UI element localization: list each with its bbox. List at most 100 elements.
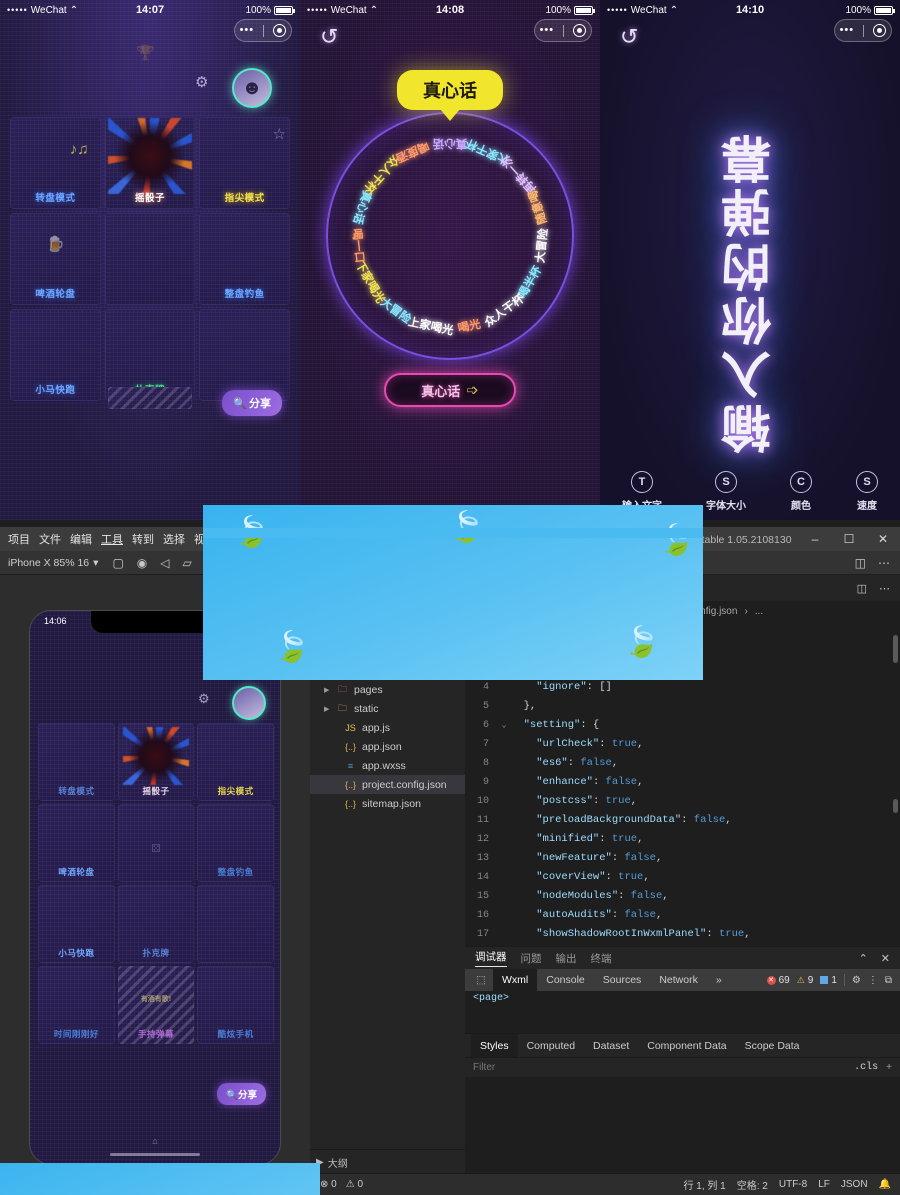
wechat-capsule[interactable]: ••• <box>834 19 892 42</box>
split-editor-icon[interactable]: ◫ <box>857 582 867 595</box>
breadcrumb-item-overflow[interactable]: ... <box>755 606 763 617</box>
wxml-root-node[interactable]: <page> <box>473 993 509 1004</box>
devtools-tab-wxml[interactable]: Wxml <box>493 969 537 991</box>
code-line[interactable]: 5 }, <box>465 697 900 716</box>
game-tile[interactable]: 有酒有歌! 手持弹幕 <box>118 966 195 1044</box>
code-line[interactable]: 10 "postcss": true, <box>465 792 900 811</box>
outline-section[interactable]: ▶ 大纲 <box>310 1149 465 1175</box>
editor-scrollbar-thumb[interactable] <box>893 799 898 813</box>
game-tile[interactable]: 🍺 啤酒轮盘 <box>10 213 101 305</box>
styles-tab-component-data[interactable]: Component Data <box>638 1034 735 1058</box>
cursor-position[interactable]: 行 1, 列 1 <box>683 1177 725 1192</box>
close-target-icon[interactable] <box>273 24 286 37</box>
add-style-rule-icon[interactable]: + <box>878 1062 892 1073</box>
close-target-icon[interactable] <box>873 24 886 37</box>
devtools-tab-network[interactable]: Network <box>650 969 707 991</box>
wheel-segment-label[interactable]: 喝一口 <box>343 246 363 282</box>
maximize-button[interactable]: ☐ <box>832 527 866 551</box>
file-tree-row[interactable]: JSapp.js <box>310 718 465 737</box>
spin-wheel[interactable]: 真心话大家干杯再转一次随意喝大冒险喝半杯众人干杯喝光上家喝光大冒险下家喝光喝一口… <box>326 112 574 360</box>
game-tile[interactable]: 摇骰子 <box>105 117 196 209</box>
preview-icon[interactable]: ◁ <box>160 556 169 570</box>
game-tile[interactable]: 整盘钓鱼 <box>199 213 290 305</box>
game-tile[interactable]: 酷炫手机 <box>197 966 274 1044</box>
menu-item-0[interactable]: 项目 <box>8 531 30 547</box>
code-line[interactable]: 16 "autoAudits": false, <box>465 906 900 925</box>
code-line[interactable]: 11 "preloadBackgroundData": false, <box>465 811 900 830</box>
back-arrow-icon[interactable]: ↺ <box>320 26 338 48</box>
file-tree-row[interactable]: ≡app.wxss <box>310 756 465 775</box>
wxml-tree[interactable]: <page> <box>465 991 900 1033</box>
compile-icon[interactable]: ◉ <box>137 556 147 570</box>
game-tile[interactable]: 整盘钓鱼 <box>197 804 274 882</box>
gear-icon[interactable]: ⚙ <box>198 691 210 707</box>
drag-handle-icon[interactable]: ⌂ <box>152 1136 157 1146</box>
styles-tab-dataset[interactable]: Dataset <box>584 1034 638 1058</box>
status-error-count[interactable]: ⊗ 0 <box>320 1179 337 1190</box>
game-tile[interactable]: 小马快跑 <box>38 885 115 963</box>
barrage-tool-speed[interactable]: S 速度 <box>856 471 878 512</box>
file-tree-row[interactable]: {..}app.json <box>310 737 465 756</box>
game-tile[interactable]: 转盘模式 <box>38 723 115 801</box>
gear-icon[interactable]: ⚙ <box>195 73 208 91</box>
share-button[interactable]: 🔍 分享 <box>222 390 282 416</box>
styles-tab-computed[interactable]: Computed <box>518 1034 584 1058</box>
settings-gear-icon[interactable]: ⚙ <box>852 975 861 986</box>
eol-setting[interactable]: LF <box>818 1179 830 1190</box>
game-tile[interactable]: 小马快跑 <box>10 309 101 401</box>
code-line[interactable]: 6⌄ "setting": { <box>465 716 900 735</box>
code-line[interactable]: 7 "urlCheck": true, <box>465 735 900 754</box>
devtools-warning-count[interactable]: ⚠9 <box>797 975 814 986</box>
wheel-segment-label[interactable]: 随意喝 <box>527 170 553 208</box>
close-button[interactable]: ✕ <box>866 527 900 551</box>
chevron-right-icon[interactable]: ▶ <box>324 705 331 713</box>
barrage-tool-color[interactable]: C 颜色 <box>790 471 812 512</box>
inspect-element-icon[interactable]: ⬚ <box>469 974 493 986</box>
game-tile[interactable]: 摇骰子 <box>118 723 195 801</box>
menu-item-1[interactable]: 文件 <box>39 531 61 547</box>
cls-button[interactable]: .cls <box>854 1062 878 1073</box>
devtools-error-count[interactable]: ✕69 <box>767 975 790 986</box>
game-tile[interactable] <box>197 885 274 963</box>
wheel-segment-label[interactable]: 大冒险 <box>541 211 561 247</box>
avatar[interactable]: ☻ <box>232 68 272 108</box>
code-line[interactable]: 14 "coverView": true, <box>465 868 900 887</box>
menu-dots-icon[interactable]: ••• <box>540 25 555 36</box>
code-line[interactable]: 12 "minified": true, <box>465 830 900 849</box>
game-tile[interactable]: ⚄ <box>118 804 195 882</box>
devtools-tabs-overflow[interactable]: » <box>707 969 731 991</box>
file-tree-row[interactable]: ▶🗀pages <box>310 680 465 699</box>
styles-tab-styles[interactable]: Styles <box>471 1034 518 1058</box>
game-tile[interactable]: 时间刚刚好 <box>38 966 115 1044</box>
code-line[interactable]: 15 "nodeModules": false, <box>465 887 900 906</box>
avatar[interactable] <box>232 686 266 720</box>
debugger-tab-终端[interactable]: 终端 <box>591 951 612 966</box>
styles-tab-scope-data[interactable]: Scope Data <box>736 1034 809 1058</box>
game-tile[interactable]: ☆ 指尖模式 <box>199 117 290 209</box>
code-line[interactable]: 8 "es6": false, <box>465 754 900 773</box>
code-line[interactable]: 17 "showShadowRootInWxmlPanel": true, <box>465 925 900 944</box>
game-tile[interactable]: 啤酒轮盘 <box>38 804 115 882</box>
pane-toggle-icon[interactable]: ▢ <box>112 556 123 570</box>
bell-icon[interactable]: 🔔 <box>879 1179 891 1190</box>
styles-filter-input[interactable] <box>473 1062 673 1073</box>
devtools-tab-sources[interactable]: Sources <box>594 969 651 991</box>
devtools-tab-console[interactable]: Console <box>537 969 594 991</box>
encoding[interactable]: UTF-8 <box>779 1179 807 1190</box>
split-editor-icon[interactable]: ◫ <box>855 556 866 570</box>
devtools-info-count[interactable]: 1 <box>820 975 837 986</box>
chevron-right-icon[interactable]: ▶ <box>324 686 331 694</box>
menu-dots-icon[interactable]: ••• <box>840 25 855 36</box>
wechat-capsule[interactable]: ••• <box>234 19 292 42</box>
menu-item-2[interactable]: 编辑 <box>70 531 92 547</box>
fold-toggle-icon[interactable]: ⌄ <box>497 716 511 735</box>
file-tree-row[interactable]: {..}project.config.json <box>310 775 465 794</box>
menu-item-5[interactable]: 选择 <box>163 531 185 547</box>
back-arrow-icon[interactable]: ↺ <box>620 26 638 48</box>
more-icon[interactable]: ⋯ <box>878 556 890 570</box>
more-icon[interactable]: ⋯ <box>879 582 890 595</box>
code-line[interactable]: 9 "enhance": false, <box>465 773 900 792</box>
remote-debug-icon[interactable]: ▱ <box>183 556 192 570</box>
code-line[interactable]: 4 "ignore": [] <box>465 678 900 697</box>
simulator-select[interactable]: iPhone X 85% 16 ▾ <box>0 557 98 569</box>
